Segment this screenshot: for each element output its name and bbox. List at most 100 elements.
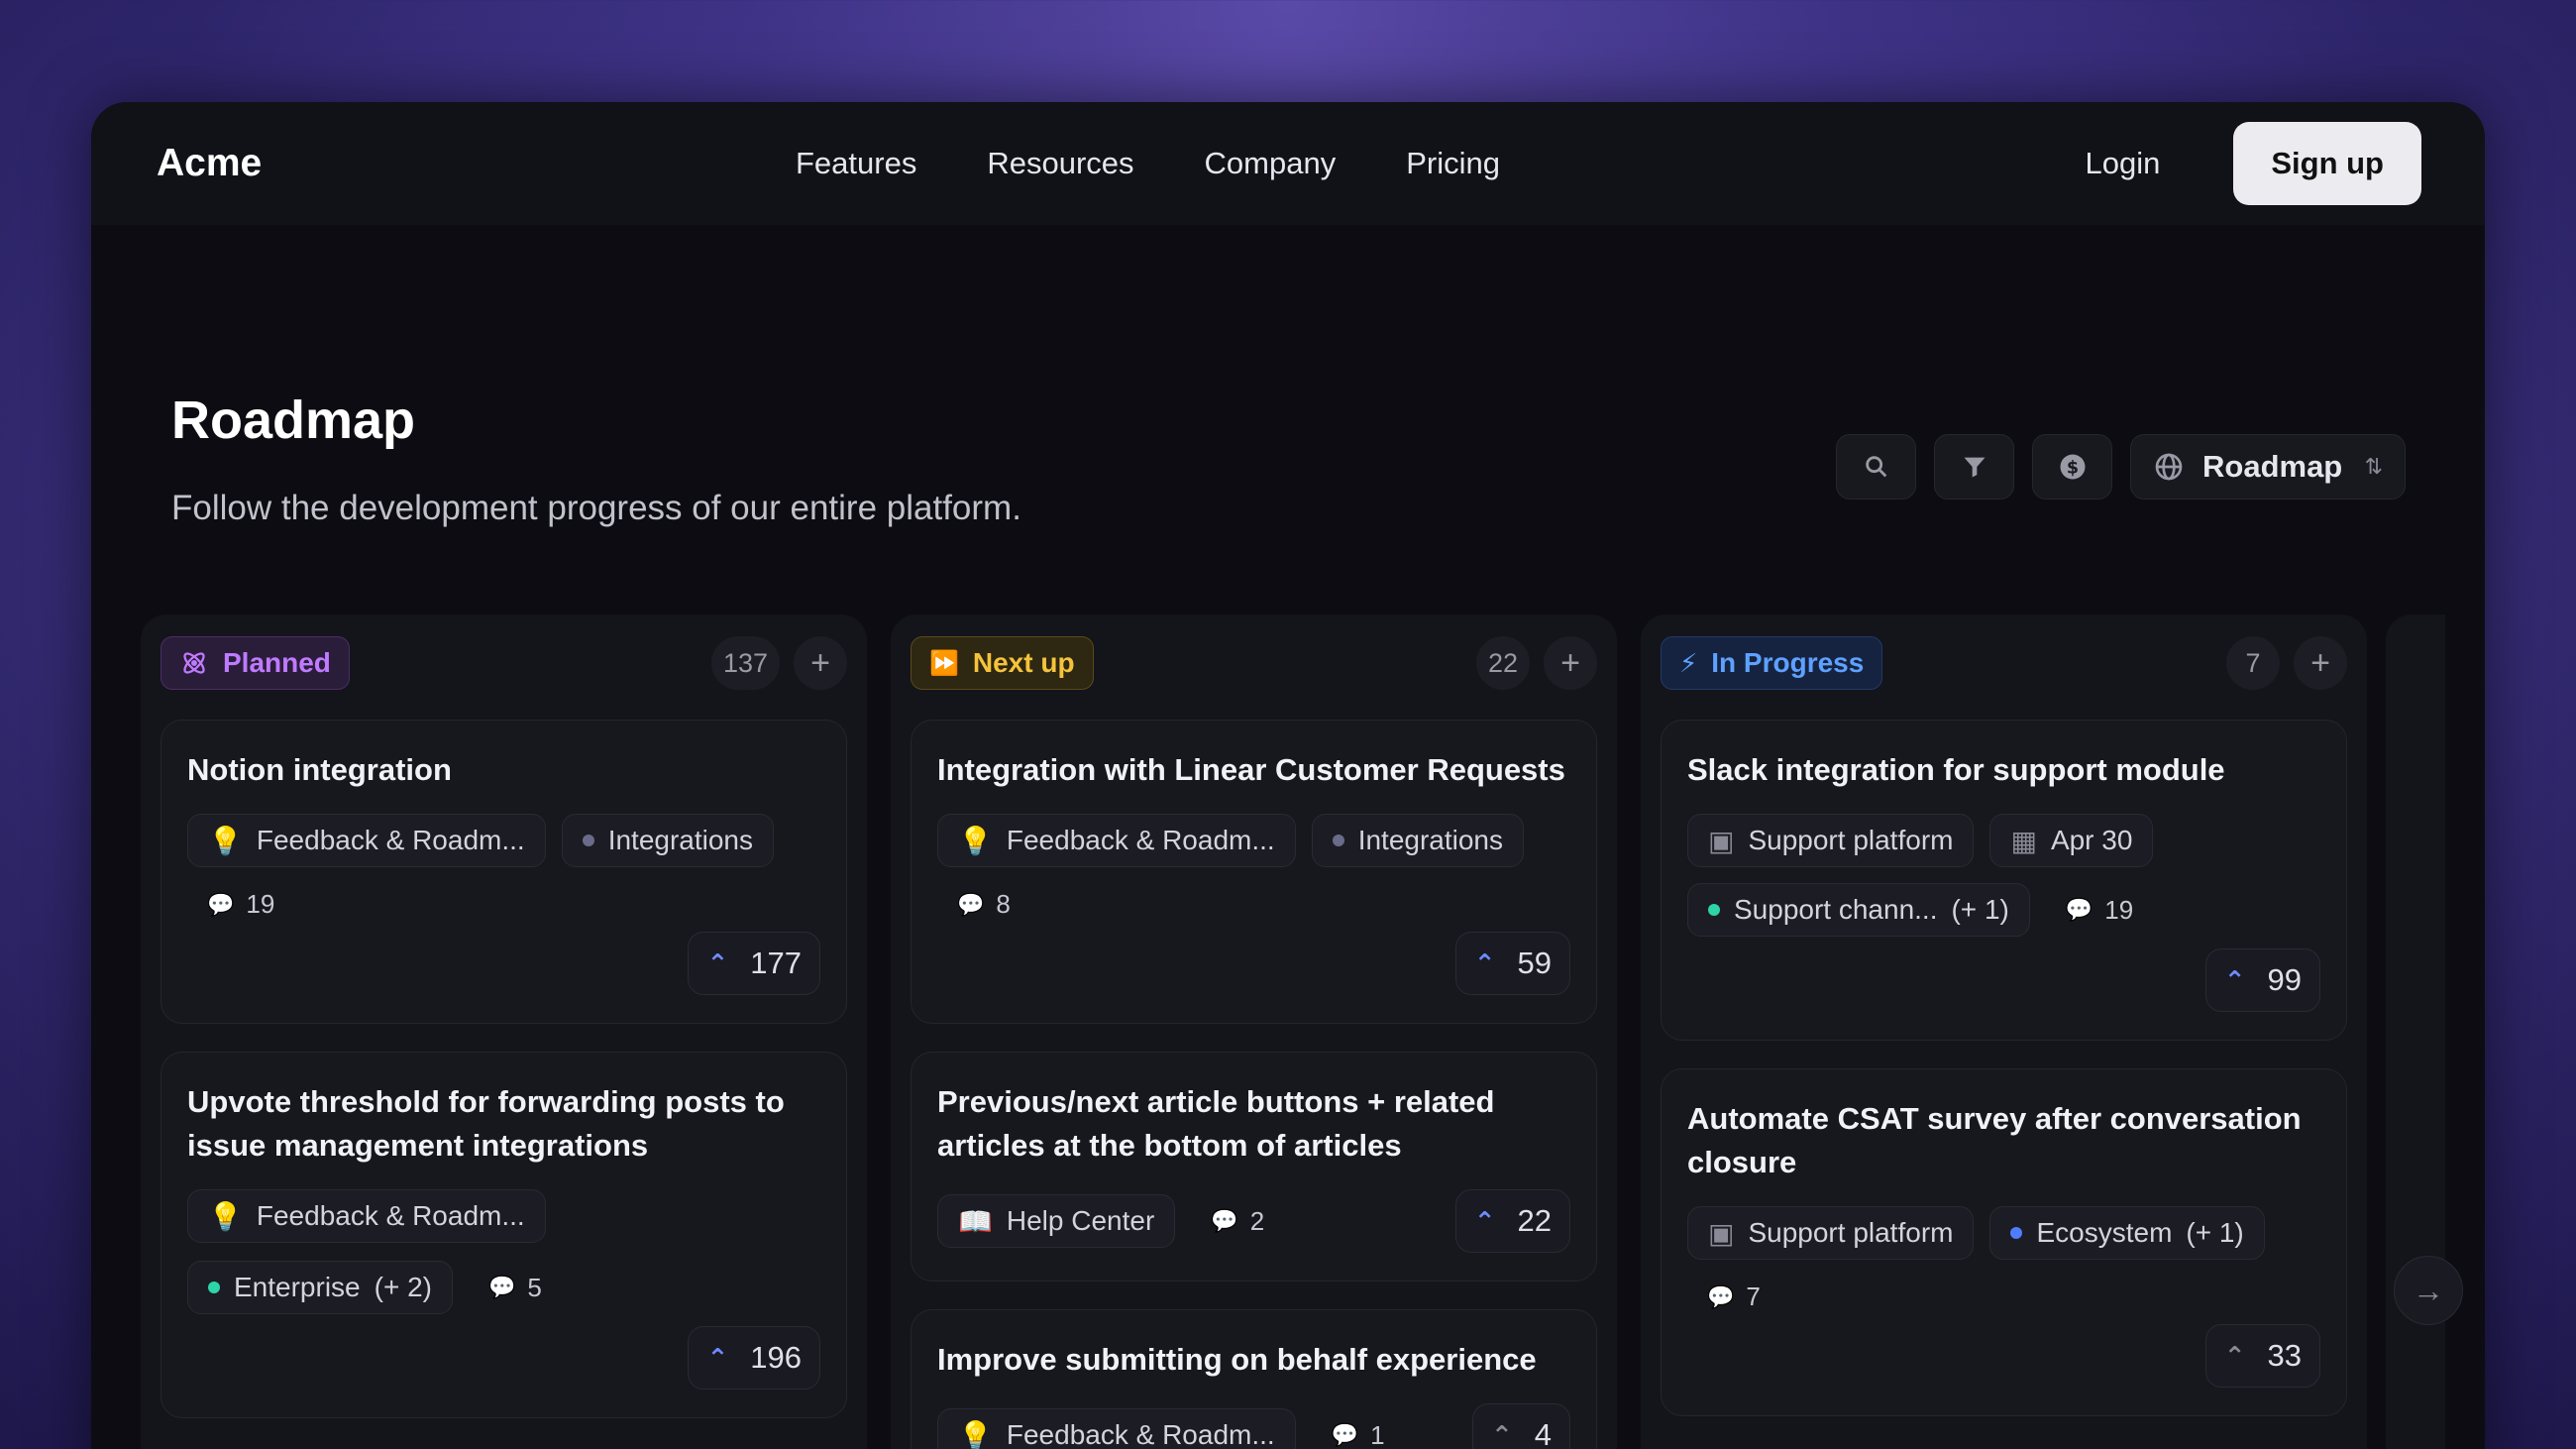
comment-count-value: 2 <box>1249 1205 1265 1236</box>
add-post-button[interactable]: + <box>2294 636 2347 690</box>
tag-more: (+ 1) <box>2186 1217 2244 1248</box>
column-count: 22 <box>1475 636 1530 690</box>
upvote-button[interactable]: ⌃ 33 <box>2204 1324 2320 1388</box>
comment-count-value: 7 <box>1746 1282 1761 1311</box>
date-tag[interactable]: ▦ Apr 30 <box>1989 814 2154 867</box>
signup-button[interactable]: Sign up <box>2233 122 2421 205</box>
column-in-progress: ⚡ In Progress 7 + Slack integration for … <box>1641 614 2367 1449</box>
tag-dot <box>1708 904 1720 916</box>
arrow-right-icon: → <box>2413 1272 2444 1308</box>
vote-row: ⌃ 99 <box>1687 948 2320 1012</box>
column-next-up: ⏩ Next up 22 + Integration with Linear C… <box>891 614 1617 1449</box>
board-tag[interactable]: 💡 Feedback & Roadm... <box>937 1408 1296 1449</box>
status-badge-in-progress[interactable]: ⚡ In Progress <box>1661 636 1883 690</box>
status-label: Planned <box>223 647 331 678</box>
post-card[interactable]: Improve submitting on behalf experience … <box>911 1309 1597 1449</box>
comment-count: 💬 8 <box>937 889 1570 920</box>
post-card[interactable]: Previous/next article buttons + related … <box>911 1052 1597 1282</box>
post-card[interactable]: Integration with Linear Customer Request… <box>911 720 1597 1024</box>
upvote-button[interactable]: ⌃ 4 <box>1471 1403 1570 1449</box>
top-navigation-bar: Acme Features Resources Company Pricing … <box>91 102 2485 225</box>
comment-count-value: 19 <box>2104 894 2134 925</box>
add-post-button[interactable]: + <box>794 636 847 690</box>
column-count: 7 <box>2226 636 2280 690</box>
post-card[interactable]: Upvote threshold for forwarding posts to… <box>161 1052 847 1418</box>
filter-button[interactable] <box>1934 434 2014 500</box>
tag-label: Integrations <box>607 825 754 855</box>
search-button[interactable] <box>1836 434 1916 500</box>
category-tag[interactable]: Integrations <box>561 814 775 867</box>
chevron-up-icon: ⌃ <box>706 1342 729 1373</box>
lightbulb-icon: 💡 <box>208 825 243 856</box>
post-tags-row2: Enterprise (+ 2) 💬 5 <box>187 1261 820 1314</box>
board-tag[interactable]: 📖 Help Center <box>937 1194 1176 1248</box>
tag-label: Integrations <box>1357 825 1504 855</box>
login-link[interactable]: Login <box>2085 146 2160 181</box>
comment-count: 💬 19 <box>2046 895 2133 926</box>
brand-logo[interactable]: Acme <box>157 142 262 185</box>
lightbulb-icon: 💡 <box>958 1419 993 1449</box>
tag-label: Help Center <box>1006 1205 1155 1236</box>
page-subtitle: Follow the development progress of our e… <box>171 489 1021 527</box>
post-card[interactable]: Automate CSAT survey after conversation … <box>1661 1068 2347 1416</box>
view-select[interactable]: Roadmap ⇅ <box>2130 434 2406 500</box>
search-icon <box>1865 456 1886 478</box>
chevron-up-icon: ⌃ <box>1473 1205 1496 1236</box>
scroll-right-button[interactable]: → <box>2394 1256 2463 1325</box>
main-nav: Features Resources Company Pricing <box>796 146 1500 181</box>
add-post-button[interactable]: + <box>1544 636 1597 690</box>
category-tag[interactable]: Ecosystem (+ 1) <box>1989 1206 2265 1260</box>
category-tag[interactable]: Integrations <box>1311 814 1525 867</box>
post-card[interactable]: Notion integration 💡 Feedback & Roadm... … <box>161 720 847 1024</box>
view-select-label: Roadmap <box>2202 449 2343 484</box>
post-title: Upvote threshold for forwarding posts to… <box>187 1084 785 1163</box>
nav-resources[interactable]: Resources <box>987 146 1133 181</box>
status-label: In Progress <box>1711 647 1865 678</box>
board-tag[interactable]: ▣ Support platform <box>1687 1206 1975 1260</box>
comment-count: 💬 5 <box>469 1273 542 1303</box>
fast-forward-icon: ⏩ <box>929 649 959 677</box>
tag-label: Feedback & Roadm... <box>1006 825 1275 855</box>
nav-pricing[interactable]: Pricing <box>1406 146 1500 181</box>
nav-features[interactable]: Features <box>796 146 916 181</box>
board-tag[interactable]: 💡 Feedback & Roadm... <box>937 814 1296 867</box>
tag-label: Ecosystem <box>2036 1217 2173 1248</box>
globe-icon <box>2155 453 2183 481</box>
category-tag[interactable]: Enterprise (+ 2) <box>187 1261 453 1314</box>
post-tags: 💡 Feedback & Roadm... <box>187 1189 820 1243</box>
vote-count: 196 <box>750 1340 802 1375</box>
upvote-button[interactable]: ⌃ 22 <box>1454 1189 1570 1253</box>
vote-count: 177 <box>750 946 802 980</box>
tag-dot <box>2010 1227 2023 1239</box>
post-tags: ▣ Support platform Ecosystem (+ 1) <box>1687 1206 2320 1260</box>
comment-icon: 💬 <box>487 1275 516 1299</box>
chevron-updown-icon: ⇅ <box>2364 454 2383 479</box>
column-planned: Planned 137 + Notion integration 💡 Feedba… <box>141 614 867 1449</box>
board-tag[interactable]: 💡 Feedback & Roadm... <box>187 1189 546 1243</box>
upvote-button[interactable]: ⌃ 196 <box>688 1326 820 1390</box>
board-tag[interactable]: 💡 Feedback & Roadm... <box>187 814 546 867</box>
post-title: Integration with Linear Customer Request… <box>937 752 1565 787</box>
comment-icon: 💬 <box>1211 1208 1238 1233</box>
category-tag[interactable]: Support chann... (+ 1) <box>1687 883 2030 937</box>
vote-count: 33 <box>2267 1338 2302 1373</box>
post-tags: 💡 Feedback & Roadm... 💬 1 ⌃ 4 <box>937 1403 1570 1449</box>
status-badge-planned[interactable]: Planned <box>161 636 350 690</box>
status-badge-next-up[interactable]: ⏩ Next up <box>911 636 1094 690</box>
tag-label: Feedback & Roadm... <box>1006 1419 1275 1449</box>
page-header: Roadmap Follow the development progress … <box>171 390 1021 528</box>
upvote-button[interactable]: ⌃ 59 <box>1454 932 1570 995</box>
post-card[interactable]: Slack integration for support module ▣ Su… <box>1661 720 2347 1041</box>
upvote-button[interactable]: ⌃ 177 <box>688 932 820 995</box>
currency-button[interactable]: $ <box>2032 434 2112 500</box>
comment-icon: 💬 <box>1707 1283 1735 1309</box>
chevron-up-icon: ⌃ <box>2223 1340 2246 1371</box>
upvote-button[interactable]: ⌃ 99 <box>2204 948 2320 1012</box>
vote-row: ⌃ 196 <box>187 1326 820 1390</box>
vote-count: 59 <box>1517 946 1552 980</box>
comment-count: 💬 2 <box>1191 1206 1264 1237</box>
post-tags: 💡 Feedback & Roadm... Integrations <box>937 814 1570 867</box>
post-title: Previous/next article buttons + related … <box>937 1084 1495 1163</box>
nav-company[interactable]: Company <box>1205 146 1337 181</box>
board-tag[interactable]: ▣ Support platform <box>1687 814 1975 867</box>
